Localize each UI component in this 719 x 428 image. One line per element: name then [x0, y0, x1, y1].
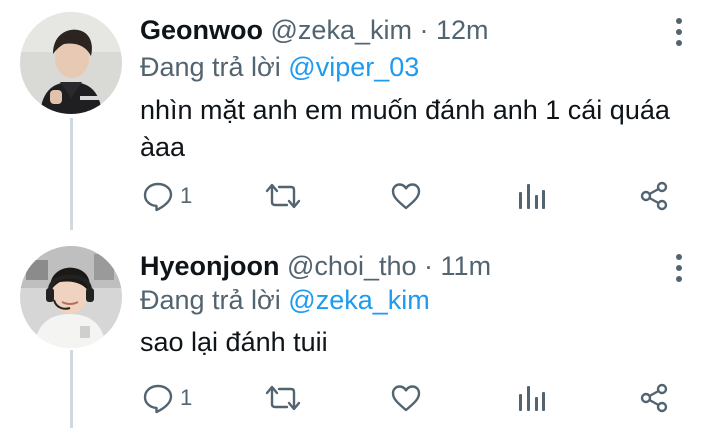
timestamp[interactable]: 12m: [436, 15, 489, 45]
analytics-button[interactable]: [518, 378, 548, 418]
share-button[interactable]: [638, 176, 670, 216]
avatar-image: [20, 12, 122, 114]
tweet-text: sao lại đánh tuii: [140, 327, 328, 357]
reply-icon: [143, 384, 173, 414]
separator-dot: ·: [424, 251, 434, 281]
tweet-text: nhìn mặt anh em muốn đánh anh 1 cái quáa…: [140, 95, 670, 162]
more-vertical-icon[interactable]: [668, 14, 690, 50]
share-icon: [640, 383, 668, 413]
retweet-button[interactable]: [265, 176, 305, 216]
analytics-icon: [519, 386, 545, 411]
reply-icon: [143, 182, 173, 212]
analytics-icon: [519, 184, 545, 209]
retweet-button[interactable]: [265, 378, 305, 418]
action-bar: 1: [0, 378, 719, 418]
like-button[interactable]: [390, 378, 426, 418]
tweet-header: Geonwoo @zeka_kim · 12m: [140, 14, 489, 46]
tweet-1[interactable]: Geonwoo @zeka_kim · 12m Đang trả lời @vi…: [0, 0, 719, 230]
retweet-icon: [265, 183, 301, 209]
user-handle[interactable]: @zeka_kim: [271, 15, 412, 45]
share-button[interactable]: [638, 378, 670, 418]
reply-count: 1: [180, 183, 193, 208]
avatar[interactable]: [20, 12, 122, 114]
replying-to-mention[interactable]: @zeka_kim: [288, 285, 429, 315]
tweet-header: Hyeonjoon @choi_tho · 11m: [140, 250, 491, 282]
replying-to-label: Đang trả lời: [140, 52, 281, 82]
reply-button[interactable]: 1: [142, 378, 202, 418]
retweet-icon: [265, 385, 301, 411]
timestamp[interactable]: 11m: [441, 251, 492, 281]
replying-to: Đang trả lời @viper_03: [140, 51, 419, 83]
avatar[interactable]: [20, 246, 122, 348]
heart-icon: [391, 385, 421, 412]
display-name[interactable]: Geonwoo: [140, 15, 263, 45]
replying-to: Đang trả lời @zeka_kim: [140, 284, 430, 316]
share-icon: [640, 181, 668, 211]
like-button[interactable]: [390, 176, 426, 216]
user-handle[interactable]: @choi_tho: [287, 251, 417, 281]
analytics-button[interactable]: [518, 176, 548, 216]
tweet-2[interactable]: Hyeonjoon @choi_tho · 11m Đang trả lời @…: [0, 230, 719, 428]
action-bar: 1: [0, 176, 719, 216]
more-vertical-icon[interactable]: [668, 250, 690, 286]
separator-dot: ·: [419, 15, 429, 45]
display-name[interactable]: Hyeonjoon: [140, 251, 280, 281]
heart-icon: [391, 183, 421, 210]
reply-count: 1: [180, 385, 193, 410]
reply-button[interactable]: 1: [142, 176, 202, 216]
replying-to-label: Đang trả lời: [140, 285, 281, 315]
replying-to-mention[interactable]: @viper_03: [288, 52, 419, 82]
avatar-image: [20, 246, 122, 348]
